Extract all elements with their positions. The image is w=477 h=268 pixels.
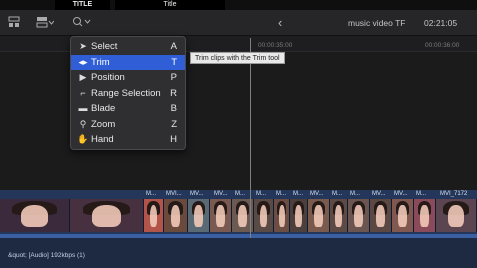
menu-item-shortcut: Z [171,118,177,130]
menu-item-hand[interactable]: ✋ Hand H [71,132,185,148]
menu-item-shortcut: T [171,56,177,68]
clip-name: M... [146,191,156,197]
chevron-left-icon[interactable]: ‹ [278,15,282,30]
clip-name: M... [276,191,286,197]
clip-name: MVI... [166,191,182,197]
clip-thumbnail [448,205,464,227]
menu-item-label: Blade [91,103,116,114]
menu-item-label: Position [91,72,125,83]
menu-item-range-selection[interactable]: ⌐ Range Selection R [71,86,185,102]
trim-icon: ◂▸ [78,56,88,67]
video-clip[interactable] [330,199,348,232]
clip-thumbnail [238,205,247,227]
hand-icon: ✋ [77,134,89,144]
timeline-toolbar: ‹ music video TF 02:21:05 [0,10,477,36]
position-icon: ▶ [79,72,87,82]
menu-item-zoom[interactable]: ⚲ Zoom Z [71,117,185,133]
video-clip[interactable] [308,199,330,232]
video-clip[interactable] [254,199,274,232]
menu-item-label: Trim [91,56,110,68]
menu-item-label: Select [91,41,118,52]
clip-name: MV... [310,191,324,197]
clip-thumbnail [170,205,181,227]
clip-appearance-icon[interactable] [8,16,20,31]
audio-clip-label: &quot; [Audio] 192kbps (1) [8,252,85,259]
menu-item-select[interactable]: ➤ Select A [71,39,185,55]
clip-thumbnail [91,205,122,227]
clip-thumbnail [398,205,407,227]
menu-item-shortcut: R [170,87,177,99]
video-clip[interactable] [70,199,144,232]
clip-name: MV... [190,191,204,197]
video-clip[interactable] [274,199,290,232]
viewer-title-tile-2: Title [115,0,225,10]
clip-thumbnail [259,205,268,227]
clip-thumbnail [314,205,323,227]
menu-item-position[interactable]: ▶ Position P [71,70,185,86]
clip-thumbnail [376,205,385,227]
video-clip[interactable] [0,199,70,232]
project-name: music video TF [348,18,406,28]
menu-item-trim[interactable]: ◂▸ Trim T [71,54,185,70]
clip-thumbnail [335,205,342,227]
clip-name: MV... [372,191,386,197]
clip-thumbnail [295,205,302,227]
viewer-strip: TITLE Title [0,0,477,10]
range-selection-icon: ⌐ [80,87,86,98]
menu-item-shortcut: B [170,103,177,114]
playhead[interactable] [250,38,251,238]
video-clip[interactable] [392,199,414,232]
clip-thumbnail [149,205,158,227]
tools-dropdown-icon[interactable] [72,16,92,31]
video-clip[interactable] [348,199,370,232]
clip-name: M... [350,191,360,197]
menu-item-shortcut: H [170,134,177,145]
clip-name: M... [293,191,303,197]
clip-name: M... [416,191,426,197]
blade-icon: ▬ [78,103,88,113]
clip-name: M... [256,191,266,197]
video-clip[interactable] [414,199,436,232]
zoom-icon: ⚲ [79,118,87,129]
video-clip[interactable] [370,199,392,232]
menu-item-label: Zoom [91,118,116,130]
clip-thumbnail [20,205,49,227]
video-clip[interactable] [164,199,188,232]
menu-item-label: Range Selection [91,87,161,99]
clip-thumbnail [354,205,363,227]
viewer-title-tile: TITLE [55,0,110,10]
trim-tooltip: Trim clips with the Trim tool [190,52,285,64]
video-clip[interactable] [144,199,164,232]
video-clip[interactable] [436,199,477,232]
tools-menu: ➤ Select A ◂▸ Trim T ▶ Position P ⌐ Range Selectio… [70,36,186,150]
ruler-timecode: 00:00:36:00 [425,42,460,49]
project-duration: 02:21:05 [424,18,458,28]
clip-thumbnail [278,205,285,227]
clip-name: MV... [214,191,228,197]
menu-item-shortcut: P [170,72,177,83]
clip-name: M... [332,191,342,197]
menu-item-blade[interactable]: ▬ Blade B [71,101,185,117]
clip-thumbnail [420,205,429,227]
clip-thumbnail [216,205,225,227]
menu-item-shortcut: A [170,41,177,52]
clip-name: M... [235,191,245,197]
menu-item-label: Hand [91,134,114,145]
arrow-select-icon: ➤ [79,41,87,51]
video-clip[interactable] [290,199,308,232]
clip-thumbnail [194,205,203,227]
clip-name: MVI_7172 [440,191,468,197]
audio-track[interactable]: &quot; [Audio] 192kbps (1) [0,238,477,268]
clip-name: MV... [394,191,408,197]
clip-layout-icon[interactable] [36,16,55,31]
video-clip[interactable] [210,199,232,232]
video-clip[interactable] [188,199,210,232]
ruler-timecode: 00:00:35:00 [258,42,293,49]
